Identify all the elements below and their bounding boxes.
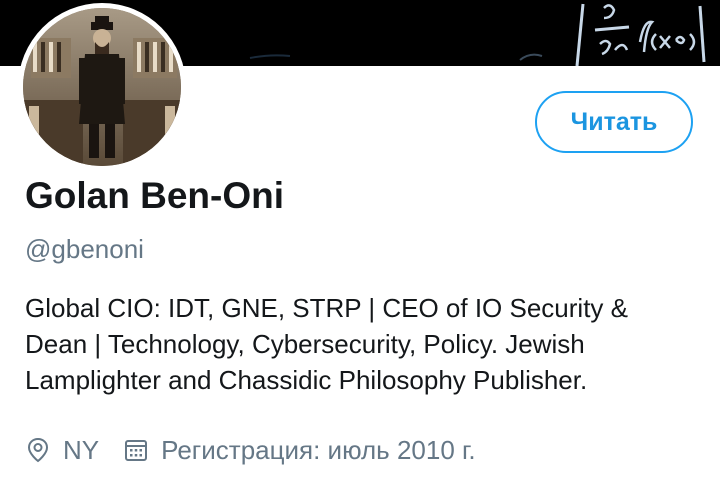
bio-line: Lamplighter and Chassidic Philosophy Pub…: [25, 365, 588, 395]
avatar-photo: [23, 8, 181, 166]
joined-text: Регистрация: июль 2010 г.: [161, 434, 476, 465]
follow-button-label: Читать: [570, 107, 658, 136]
profile-handle: @gbenoni: [25, 234, 144, 264]
display-name: Golan Ben-Oni: [25, 175, 284, 216]
joined-item: Регистрация: июль 2010 г.: [123, 434, 476, 466]
bio-line: Global CIO: IDT, GNE, STRP | CEO of IO S…: [25, 293, 628, 323]
location-pin-icon: [25, 437, 51, 463]
profile-page: Читать Golan Ben-Oni @gbenoni Global CIO…: [0, 0, 720, 486]
follow-button[interactable]: Читать: [535, 91, 693, 153]
location-item: NY: [25, 435, 99, 466]
calendar-icon: [123, 437, 149, 463]
avatar[interactable]: [18, 3, 186, 171]
profile-meta: NY Регистрация: июль 2010 г.: [25, 432, 476, 468]
location-text: NY: [63, 434, 100, 465]
profile-bio: Global CIO: IDT, GNE, STRP | CEO of IO S…: [25, 290, 705, 398]
bio-line: Dean | Technology, Cybersecurity, Policy…: [25, 329, 585, 359]
